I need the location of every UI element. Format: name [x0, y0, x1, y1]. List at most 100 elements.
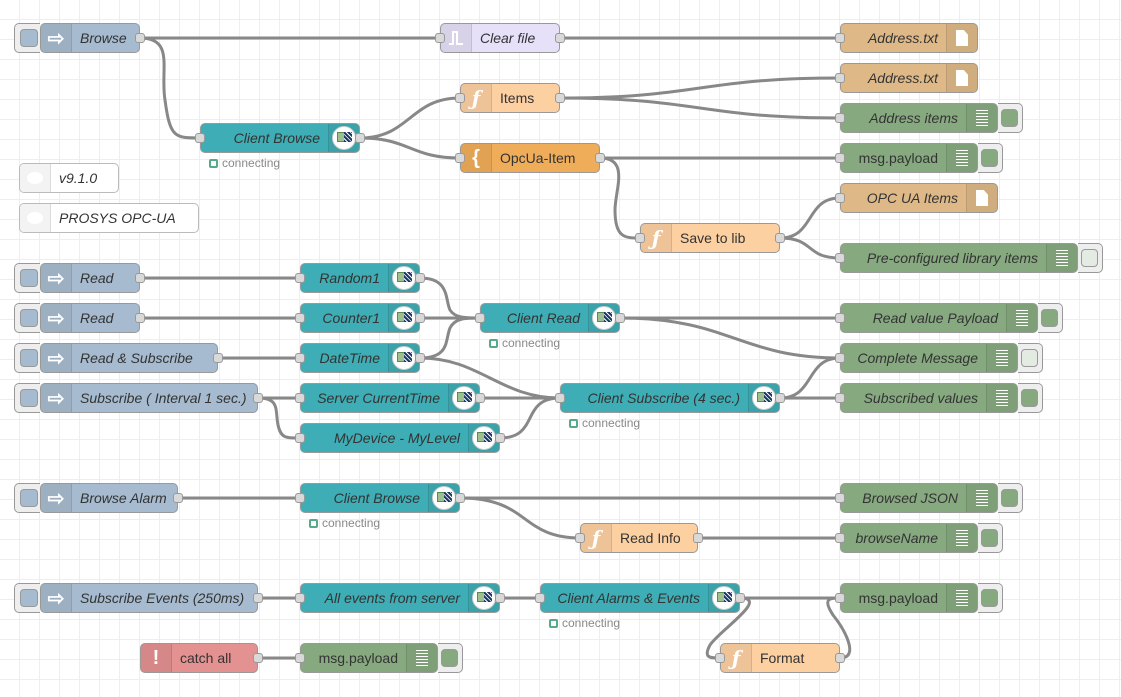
output-port[interactable] — [775, 393, 785, 403]
debug-node-complete-message[interactable]: Complete Message — [835, 343, 1043, 373]
output-port[interactable] — [835, 653, 845, 663]
comment-node-version[interactable]: v9.1.0 — [19, 163, 119, 193]
inject-trigger-button[interactable] — [14, 483, 40, 513]
output-port[interactable] — [495, 593, 505, 603]
output-port[interactable] — [455, 493, 465, 503]
input-port[interactable] — [715, 653, 725, 663]
debug-node-preconfigured-library-items[interactable]: Pre-configured library items — [835, 243, 1103, 273]
debug-toggle-button[interactable] — [978, 583, 1003, 613]
output-port[interactable] — [595, 153, 605, 163]
input-port[interactable] — [295, 353, 305, 363]
debug-toggle-button[interactable] — [978, 143, 1003, 173]
output-port[interactable] — [135, 313, 145, 323]
input-port[interactable] — [835, 73, 845, 83]
output-port[interactable] — [415, 273, 425, 283]
input-port[interactable] — [435, 33, 445, 43]
inject-node-browse-alarm[interactable]: ⇨ Browse Alarm — [14, 483, 183, 513]
input-port[interactable] — [295, 493, 305, 503]
input-port[interactable] — [835, 253, 845, 263]
debug-node-browsename[interactable]: browseName — [835, 523, 1003, 553]
debug-node-browsed-json[interactable]: Browsed JSON — [835, 483, 1023, 513]
input-port[interactable] — [835, 393, 845, 403]
trigger-node-clear-file[interactable]: Clear file — [435, 23, 565, 53]
inject-node-subscribe-interval[interactable]: ⇨ Subscribe ( Interval 1 sec.) — [14, 383, 263, 413]
opcua-client-node-client-alarms-events[interactable]: Client Alarms & Events connecting — [535, 583, 745, 630]
debug-toggle-button[interactable] — [978, 523, 1003, 553]
debug-toggle-button[interactable] — [998, 103, 1023, 133]
debug-toggle-button[interactable] — [998, 483, 1023, 513]
inject-trigger-button[interactable] — [14, 263, 40, 293]
debug-toggle-button[interactable] — [1078, 243, 1103, 273]
opcua-client-node-client-subscribe[interactable]: Client Subscribe (4 sec.) connecting — [555, 383, 785, 430]
inject-trigger-button[interactable] — [14, 303, 40, 333]
output-port[interactable] — [253, 393, 263, 403]
output-port[interactable] — [355, 133, 365, 143]
debug-node-read-value-payload[interactable]: Read value Payload — [835, 303, 1063, 333]
output-port[interactable] — [135, 273, 145, 283]
debug-toggle-button[interactable] — [1038, 303, 1063, 333]
debug-toggle-button[interactable] — [1018, 343, 1043, 373]
input-port[interactable] — [835, 113, 845, 123]
opcua-item-node-counter1[interactable]: Counter1 — [295, 303, 425, 333]
input-port[interactable] — [635, 233, 645, 243]
output-port[interactable] — [475, 393, 485, 403]
output-port[interactable] — [135, 33, 145, 43]
input-port[interactable] — [575, 533, 585, 543]
inject-trigger-button[interactable] — [14, 583, 40, 613]
inject-node-read-2[interactable]: ⇨ Read — [14, 303, 145, 333]
input-port[interactable] — [455, 93, 465, 103]
input-port[interactable] — [295, 393, 305, 403]
inject-node-browse[interactable]: ⇨ Browse — [14, 23, 145, 53]
output-port[interactable] — [213, 353, 223, 363]
inject-trigger-button[interactable] — [14, 383, 40, 413]
opcua-browser-node-client-browse[interactable]: Client Browse connecting — [195, 123, 365, 170]
input-port[interactable] — [295, 433, 305, 443]
debug-node-subscribed-values[interactable]: Subscribed values — [835, 383, 1043, 413]
output-port[interactable] — [615, 313, 625, 323]
debug-toggle-button[interactable] — [438, 643, 463, 673]
input-port[interactable] — [195, 133, 205, 143]
input-port[interactable] — [835, 33, 845, 43]
catch-node-catch-all[interactable]: ! catch all — [140, 643, 263, 673]
opcua-client-node-client-read[interactable]: Client Read connecting — [475, 303, 625, 350]
input-port[interactable] — [295, 273, 305, 283]
input-port[interactable] — [835, 193, 845, 203]
output-port[interactable] — [735, 593, 745, 603]
output-port[interactable] — [775, 233, 785, 243]
input-port[interactable] — [835, 313, 845, 323]
opcua-event-node-all-events[interactable]: All events from server — [295, 583, 505, 613]
inject-trigger-button[interactable] — [14, 23, 40, 53]
debug-node-msg-payload-3[interactable]: msg.payload — [295, 643, 463, 673]
function-node-format[interactable]: ƒ Format — [715, 643, 845, 673]
debug-toggle-button[interactable] — [1018, 383, 1043, 413]
input-port[interactable] — [475, 313, 485, 323]
function-node-save-to-lib[interactable]: ƒ Save to lib — [635, 223, 785, 253]
opcua-item-node-datetime[interactable]: DateTime — [295, 343, 425, 373]
output-port[interactable] — [173, 493, 183, 503]
input-port[interactable] — [835, 533, 845, 543]
inject-trigger-button[interactable] — [14, 343, 40, 373]
file-node-opc-ua-items[interactable]: OPC UA Items — [835, 183, 998, 213]
input-port[interactable] — [535, 593, 545, 603]
debug-node-msg-payload-2[interactable]: msg.payload — [835, 583, 1003, 613]
input-port[interactable] — [835, 593, 845, 603]
input-port[interactable] — [455, 153, 465, 163]
inject-node-subscribe-events[interactable]: ⇨ Subscribe Events (250ms) — [14, 583, 263, 613]
file-node-address-txt-2[interactable]: Address.txt — [835, 63, 978, 93]
opcua-item-node-server-currenttime[interactable]: Server CurrentTime — [295, 383, 485, 413]
opcua-item-node-mydevice-mylevel[interactable]: MyDevice - MyLevel — [295, 423, 505, 453]
input-port[interactable] — [295, 653, 305, 663]
output-port[interactable] — [555, 33, 565, 43]
debug-node-msg-payload[interactable]: msg.payload — [835, 143, 1003, 173]
input-port[interactable] — [835, 153, 845, 163]
output-port[interactable] — [253, 653, 263, 663]
debug-node-address-items[interactable]: Address items — [835, 103, 1023, 133]
function-node-read-info[interactable]: ƒ Read Info — [575, 523, 703, 553]
input-port[interactable] — [295, 313, 305, 323]
output-port[interactable] — [415, 313, 425, 323]
opcua-item-node-random1[interactable]: Random1 — [295, 263, 425, 293]
input-port[interactable] — [295, 593, 305, 603]
output-port[interactable] — [495, 433, 505, 443]
output-port[interactable] — [555, 93, 565, 103]
comment-node-prosys[interactable]: PROSYS OPC-UA — [19, 203, 199, 233]
